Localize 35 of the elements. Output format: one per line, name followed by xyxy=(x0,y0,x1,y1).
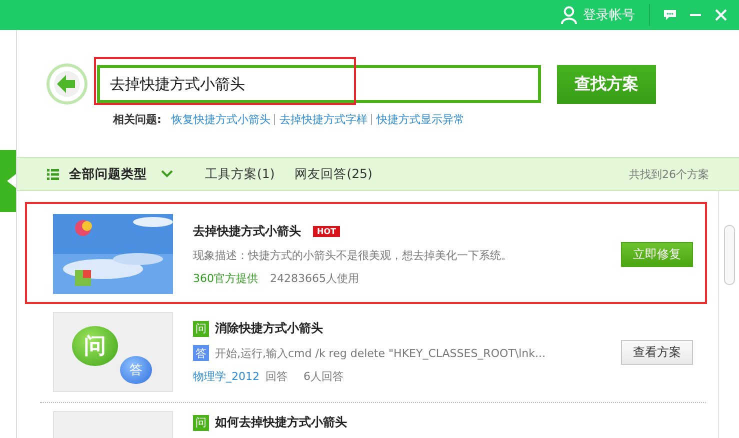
related-link[interactable]: 快捷方式显示异常 xyxy=(371,114,464,125)
related-link[interactable]: 去掉快捷方式字样 xyxy=(274,114,368,125)
search-field[interactable]: 去掉快捷方式小箭头 xyxy=(97,65,541,103)
qa-bubbles-drawing: 问 答 xyxy=(53,312,173,392)
list-icon xyxy=(47,168,59,180)
side-tab[interactable] xyxy=(0,150,16,212)
close-icon[interactable] xyxy=(715,9,727,21)
minimize-icon[interactable] xyxy=(690,14,701,16)
result-title[interactable]: 消除快捷方式小箭头 xyxy=(215,320,323,337)
view-button[interactable]: 查看方案 xyxy=(621,340,693,364)
category-dropdown[interactable]: 全部问题类型 xyxy=(69,166,147,182)
triangle-icon xyxy=(7,174,16,188)
question-mark-badge: 问 xyxy=(193,414,209,430)
hot-badge: HOT xyxy=(313,226,340,236)
result-description: 现象描述：快捷方式的小箭头不是很美观，想去掉美化一下系统。 xyxy=(193,248,512,262)
usage-count: 24283665人使用 xyxy=(270,270,359,286)
result-description: 开始,运行,输入cmd /k reg delete "HKEY_CLASSES_ROOT\lnk... xyxy=(215,346,546,360)
result-count: 共找到26个方案 xyxy=(629,166,709,182)
answer-count: 6人回答 xyxy=(304,369,344,384)
back-icon[interactable] xyxy=(46,63,88,105)
author-link[interactable]: 物理学_2012 xyxy=(193,369,260,384)
filter-tab[interactable]: 工具方案(1) xyxy=(205,166,275,182)
related-link[interactable]: 恢复快捷方式小箭头 xyxy=(171,112,270,127)
feedback-icon[interactable] xyxy=(664,10,676,20)
question-mark-badge: 问 xyxy=(193,320,209,336)
related-label: 相关问题: xyxy=(113,112,162,127)
provider-label: 360官方提供 xyxy=(193,270,258,286)
filter-tab[interactable]: 网友回答(25) xyxy=(294,166,372,182)
answered-label: 回答 xyxy=(266,369,288,384)
user-icon[interactable] xyxy=(561,6,577,24)
scrollbar-thumb[interactable] xyxy=(724,225,734,285)
chevron-icon[interactable] xyxy=(161,170,173,178)
result-title[interactable]: 如何去掉快捷方式小箭头 xyxy=(215,414,347,431)
result-title[interactable]: 去掉快捷方式小箭头 xyxy=(193,222,301,240)
answer-mark-badge: 答 xyxy=(193,345,209,361)
